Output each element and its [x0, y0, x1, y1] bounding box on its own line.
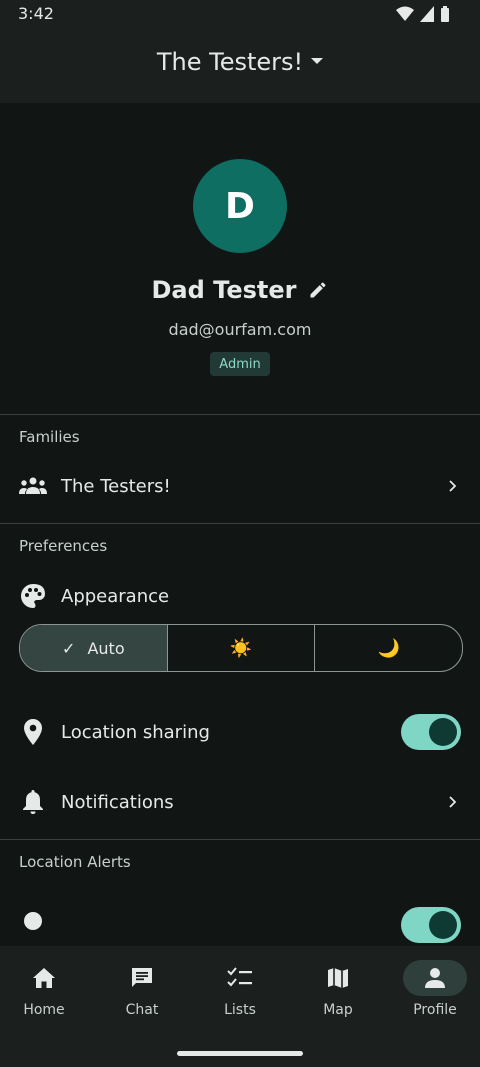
nav-map-label: Map [323, 1002, 353, 1018]
app-bar: The Testers! [0, 28, 480, 103]
wifi-icon [396, 6, 414, 21]
location-alert-toggle[interactable] [401, 907, 461, 943]
signal-icon [420, 6, 434, 22]
divider [0, 523, 480, 524]
status-time: 3:42 [18, 4, 54, 23]
family-item[interactable]: The Testers! [0, 461, 480, 511]
avatar: D [193, 159, 287, 253]
families-header: Families [19, 428, 80, 446]
chat-icon [110, 960, 174, 996]
location-sharing-label: Location sharing [61, 721, 210, 743]
profile-email: dad@ourfam.com [168, 320, 312, 339]
role-badge: Admin [210, 352, 270, 376]
profile-name: Dad Tester [151, 276, 297, 304]
appearance-selector: ✓ Auto ☀️ 🌙 [19, 624, 463, 672]
appearance-label: Appearance [61, 585, 170, 607]
nav-map[interactable]: Map [293, 960, 383, 1020]
location-sharing-toggle[interactable] [401, 714, 461, 750]
sun-icon: ☀️ [229, 637, 253, 659]
chevron-right-icon [449, 796, 457, 808]
status-bar: 3:42 [0, 0, 480, 28]
toggle-knob [429, 718, 457, 746]
location-alert-icon [24, 912, 42, 930]
location-sharing-row[interactable]: Location sharing [0, 707, 480, 757]
nav-profile[interactable]: Profile [390, 960, 480, 1020]
notifications-row[interactable]: Notifications [0, 777, 480, 827]
bottom-nav: Home Chat Lists Map Profile [0, 946, 480, 1067]
appearance-option-label: Auto [87, 638, 125, 658]
preferences-header: Preferences [19, 537, 108, 555]
status-icons [396, 6, 450, 22]
group-icon [19, 472, 47, 500]
nav-home[interactable]: Home [0, 960, 89, 1020]
appearance-option-light[interactable]: ☀️ [168, 625, 316, 671]
palette-icon [19, 582, 47, 610]
map-icon [306, 960, 370, 996]
family-selector-label: The Testers! [156, 48, 304, 76]
check-icon: ✓ [62, 638, 76, 658]
appearance-row: Appearance [0, 571, 480, 621]
nav-home-label: Home [23, 1002, 65, 1018]
location-pin-icon [19, 718, 47, 746]
location-alerts-header: Location Alerts [19, 853, 131, 871]
notifications-label: Notifications [61, 791, 174, 813]
battery-icon [441, 6, 449, 22]
dropdown-arrow-icon [311, 58, 324, 64]
nav-chat-label: Chat [125, 1002, 159, 1018]
edit-icon[interactable] [308, 280, 328, 300]
moon-icon: 🌙 [377, 637, 400, 659]
person-icon [403, 960, 467, 996]
chevron-right-icon [449, 480, 457, 492]
checklist-icon [208, 960, 272, 996]
bell-icon [19, 788, 47, 816]
appearance-option-dark[interactable]: 🌙 [315, 625, 462, 671]
divider [0, 414, 480, 415]
nav-lists[interactable]: Lists [195, 960, 285, 1020]
nav-lists-label: Lists [224, 1002, 256, 1018]
profile-name-row: Dad Tester [0, 276, 480, 304]
family-selector[interactable]: The Testers! [0, 48, 480, 76]
toggle-knob [429, 911, 457, 939]
home-icon [12, 960, 76, 996]
family-item-label: The Testers! [61, 475, 171, 497]
divider [0, 839, 480, 840]
nav-profile-label: Profile [413, 1002, 457, 1018]
nav-chat[interactable]: Chat [97, 960, 187, 1020]
location-alert-row-partial[interactable] [0, 900, 480, 946]
appearance-option-auto[interactable]: ✓ Auto [20, 625, 168, 671]
home-indicator [177, 1051, 303, 1056]
